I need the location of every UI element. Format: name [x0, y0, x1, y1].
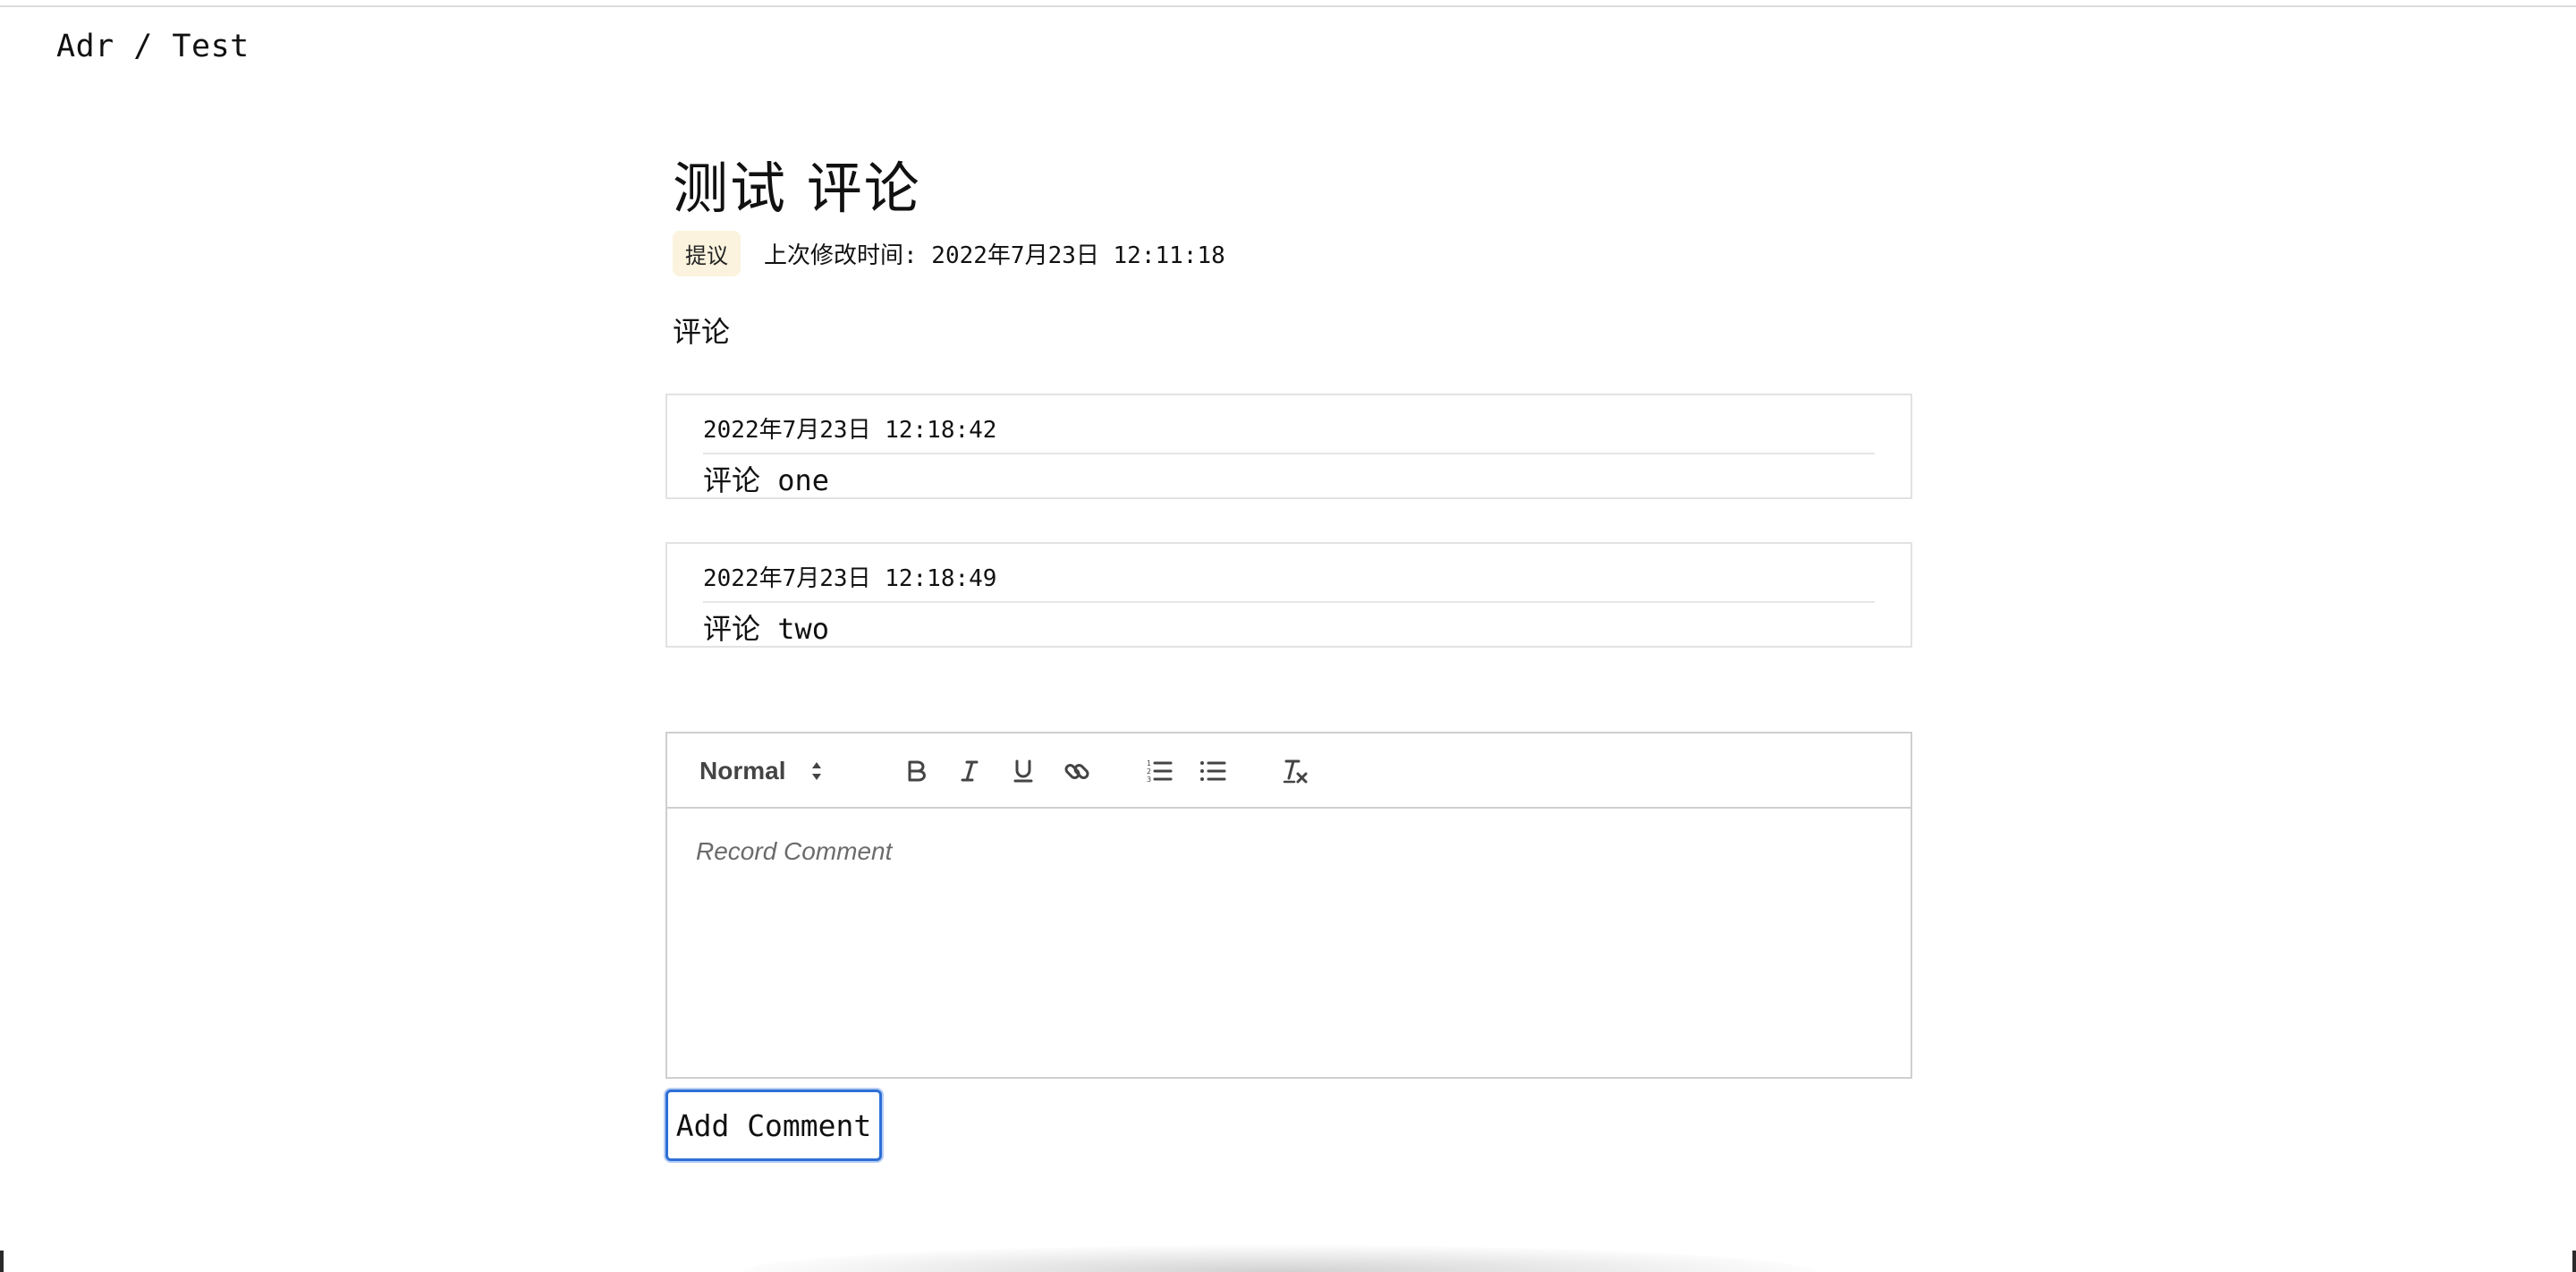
select-arrows-icon: [812, 762, 822, 780]
comment-divider: [703, 601, 1875, 603]
format-select[interactable]: Normal: [699, 753, 823, 789]
clear-format-button[interactable]: [1275, 751, 1315, 791]
comments-heading: 评论: [673, 315, 731, 349]
italic-icon: [961, 760, 979, 782]
italic-button[interactable]: [950, 751, 989, 791]
status-row: 提议 上次修改时间: 2022年7月23日 12:11:18: [673, 231, 1225, 276]
page-title: 测试 评论: [673, 156, 921, 221]
add-comment-button[interactable]: Add Comment: [665, 1090, 882, 1161]
bold-icon: [908, 760, 926, 782]
underline-button[interactable]: [1004, 751, 1043, 791]
clear-format-icon: [1283, 759, 1308, 784]
comment-card: 2022年7月23日 12:18:49 评论 two: [665, 542, 1912, 648]
rich-text-editor: Normal 1 2 3 Record Comment: [665, 732, 1912, 1079]
svg-text:1: 1: [1147, 759, 1151, 767]
status-badge: 提议: [673, 231, 741, 276]
last-modified-text: 上次修改时间: 2022年7月23日 12:11:18: [764, 242, 1225, 269]
window-frame-left: [0, 1251, 4, 1272]
comment-timestamp: 2022年7月23日 12:18:49: [703, 565, 997, 592]
link-icon: [1064, 764, 1089, 779]
ordered-list-button[interactable]: 1 2 3: [1140, 751, 1179, 791]
ordered-list-icon: 1 2 3: [1147, 759, 1173, 784]
top-divider: [0, 5, 2576, 7]
bullet-list-icon: [1200, 761, 1226, 781]
comment-divider: [703, 453, 1875, 454]
link-button[interactable]: [1057, 751, 1097, 791]
editor-placeholder: Record Comment: [696, 837, 893, 865]
bold-button[interactable]: [896, 751, 936, 791]
bottom-shadow: [742, 1245, 1816, 1272]
page: Adr / Test 测试 评论 提议 上次修改时间: 2022年7月23日 1…: [0, 0, 2576, 1272]
window-frame-right: [2572, 1251, 2576, 1272]
editor-toolbar: Normal 1 2 3: [667, 734, 1911, 809]
breadcrumb[interactable]: Adr / Test: [56, 29, 250, 64]
svg-text:3: 3: [1147, 776, 1151, 784]
comment-text: 评论 two: [703, 612, 830, 646]
underline-icon: [1013, 759, 1033, 783]
comment-timestamp: 2022年7月23日 12:18:42: [703, 417, 997, 444]
format-select-label: Normal: [699, 757, 786, 784]
bullet-list-button[interactable]: [1193, 751, 1233, 791]
svg-text:2: 2: [1147, 767, 1151, 776]
comment-card: 2022年7月23日 12:18:42 评论 one: [665, 394, 1912, 499]
comment-editor-input[interactable]: Record Comment: [667, 809, 1911, 1077]
comment-text: 评论 one: [703, 463, 830, 497]
